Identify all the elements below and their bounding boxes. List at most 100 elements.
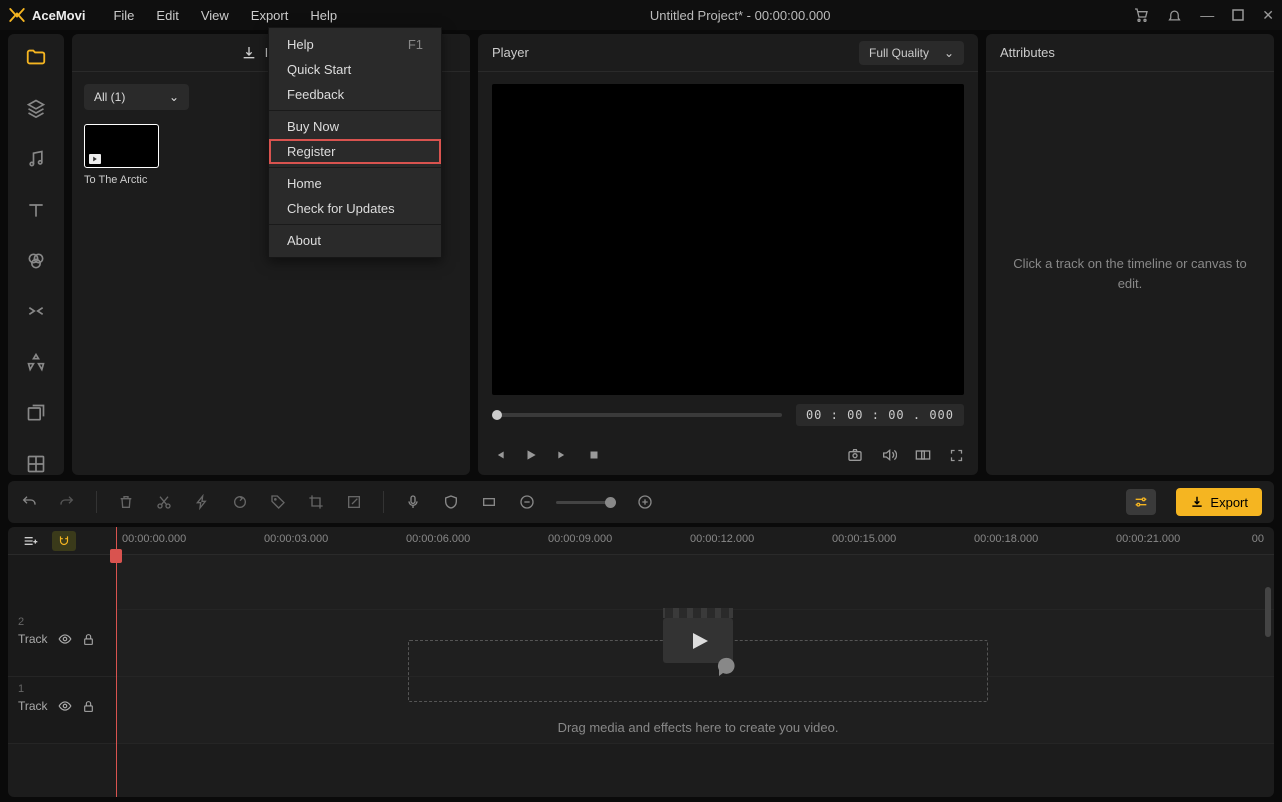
- zoom-out-icon[interactable]: [518, 493, 536, 511]
- ruler-tick: 00:00:15.000: [832, 533, 896, 545]
- speed-icon[interactable]: [193, 493, 211, 511]
- visibility-icon[interactable]: [58, 632, 72, 646]
- sidebar-transitions-icon[interactable]: [24, 300, 48, 323]
- cart-icon[interactable]: [1133, 7, 1149, 23]
- sidebar-text-icon[interactable]: [24, 198, 48, 221]
- media-thumbnail: [84, 124, 159, 168]
- track-number: 2: [18, 616, 106, 628]
- timeline-toolbar: Export: [8, 481, 1274, 523]
- help-menu-help[interactable]: HelpF1: [269, 32, 441, 57]
- shield-icon[interactable]: [442, 493, 460, 511]
- project-title: Untitled Project* - 00:00:00.000: [347, 8, 1133, 23]
- drop-hint: Drag media and effects here to create yo…: [408, 720, 988, 735]
- delete-icon[interactable]: [117, 493, 135, 511]
- timeline-scrollbar[interactable]: [1265, 587, 1271, 637]
- visibility-icon[interactable]: [58, 699, 72, 713]
- menu-help[interactable]: Help: [300, 4, 347, 27]
- ruler-tick: 00:00:00.000: [122, 533, 186, 545]
- clip-placeholder-icon: [653, 600, 743, 680]
- menu-export[interactable]: Export: [241, 4, 299, 27]
- tag-icon[interactable]: [269, 493, 287, 511]
- app-logo-icon: [8, 6, 26, 24]
- lock-icon[interactable]: [82, 700, 95, 713]
- help-menu-quickstart[interactable]: Quick Start: [269, 57, 441, 82]
- redo-icon[interactable]: [58, 493, 76, 511]
- help-dropdown: HelpF1 Quick Start Feedback Buy Now Regi…: [268, 27, 442, 258]
- help-menu-updates[interactable]: Check for Updates: [269, 196, 441, 221]
- fullscreen-icon[interactable]: [949, 448, 964, 463]
- magnet-icon[interactable]: [52, 531, 76, 551]
- sidebar-filters-icon[interactable]: [24, 249, 48, 272]
- track-label: Track: [18, 632, 48, 646]
- zoom-in-icon[interactable]: [636, 493, 654, 511]
- import-icon: [241, 45, 257, 61]
- help-menu-home[interactable]: Home: [269, 171, 441, 196]
- player-title: Player: [492, 45, 529, 60]
- playhead[interactable]: [116, 527, 117, 797]
- quality-dropdown[interactable]: Full Quality ⌄: [859, 41, 964, 65]
- menu-view[interactable]: View: [191, 4, 239, 27]
- bell-icon[interactable]: [1167, 8, 1182, 23]
- timeline-settings-button[interactable]: [1126, 489, 1156, 515]
- next-frame-icon[interactable]: [556, 448, 570, 462]
- ruler-tick: 00:00:06.000: [406, 533, 470, 545]
- help-menu-buynow[interactable]: Buy Now: [269, 114, 441, 139]
- sidebar-media-icon[interactable]: [24, 46, 48, 69]
- sidebar-overlay-icon[interactable]: [24, 401, 48, 424]
- zoom-slider[interactable]: [556, 501, 616, 504]
- edit-icon[interactable]: [345, 493, 363, 511]
- ruler-tick: 00:00:03.000: [264, 533, 328, 545]
- media-item[interactable]: To The Arctic: [84, 124, 159, 186]
- add-track-icon[interactable]: [22, 533, 38, 549]
- sidebar-elements-icon[interactable]: [24, 351, 48, 374]
- play-icon[interactable]: [524, 448, 538, 462]
- menu-bar: File Edit View Export Help: [103, 4, 347, 27]
- cut-icon[interactable]: [155, 493, 173, 511]
- player-panel: Player Full Quality ⌄ 00 : 00 : 00 . 000: [478, 34, 978, 475]
- media-item-label: To The Arctic: [84, 174, 159, 186]
- export-button[interactable]: Export: [1176, 488, 1262, 516]
- sidebar-music-icon[interactable]: [24, 148, 48, 171]
- mic-icon[interactable]: [404, 493, 422, 511]
- minimize-icon[interactable]: —: [1200, 7, 1214, 23]
- quality-label: Full Quality: [869, 46, 929, 60]
- aspect-icon[interactable]: [480, 493, 498, 511]
- volume-icon[interactable]: [881, 447, 897, 463]
- chevron-down-icon: ⌄: [944, 46, 954, 60]
- undo-icon[interactable]: [20, 493, 38, 511]
- sidebar-split-icon[interactable]: [24, 452, 48, 475]
- seek-slider[interactable]: [492, 413, 782, 417]
- media-filter-dropdown[interactable]: All (1) ⌄: [84, 84, 189, 110]
- player-timecode: 00 : 00 : 00 . 000: [796, 404, 964, 426]
- timeline-panel: 00:00:00.000 00:00:03.000 00:00:06.000 0…: [8, 527, 1274, 797]
- rotation-icon[interactable]: [231, 493, 249, 511]
- video-canvas[interactable]: [492, 84, 964, 395]
- menu-file[interactable]: File: [103, 4, 144, 27]
- export-label: Export: [1210, 495, 1248, 510]
- track-label: Track: [18, 699, 48, 713]
- snapshot-icon[interactable]: [847, 447, 863, 463]
- attributes-placeholder: Click a track on the timeline or canvas …: [986, 72, 1274, 475]
- help-menu-about[interactable]: About: [269, 228, 441, 253]
- prev-frame-icon[interactable]: [492, 448, 506, 462]
- compare-icon[interactable]: [915, 447, 931, 463]
- attributes-panel: Attributes Click a track on the timeline…: [986, 34, 1274, 475]
- maximize-icon[interactable]: [1232, 9, 1244, 21]
- menu-edit[interactable]: Edit: [146, 4, 188, 27]
- attributes-title: Attributes: [1000, 45, 1055, 60]
- ruler-tick: 00:00:21.000: [1116, 533, 1180, 545]
- sidebar-layers-icon[interactable]: [24, 97, 48, 120]
- play-badge-icon: [89, 154, 101, 164]
- help-menu-register[interactable]: Register: [269, 139, 441, 164]
- drop-zone[interactable]: Drag media and effects here to create yo…: [408, 640, 988, 735]
- track-number: 1: [18, 683, 106, 695]
- stop-icon[interactable]: [588, 449, 600, 461]
- ruler-tick: 00:00:12.000: [690, 533, 754, 545]
- lock-icon[interactable]: [82, 633, 95, 646]
- timeline-ruler[interactable]: 00:00:00.000 00:00:03.000 00:00:06.000 0…: [116, 527, 1274, 554]
- app-name: AceMovi: [32, 8, 85, 23]
- close-icon[interactable]: ✕: [1262, 7, 1274, 24]
- window-controls: — ✕: [1133, 7, 1274, 24]
- help-menu-feedback[interactable]: Feedback: [269, 82, 441, 107]
- crop-icon[interactable]: [307, 493, 325, 511]
